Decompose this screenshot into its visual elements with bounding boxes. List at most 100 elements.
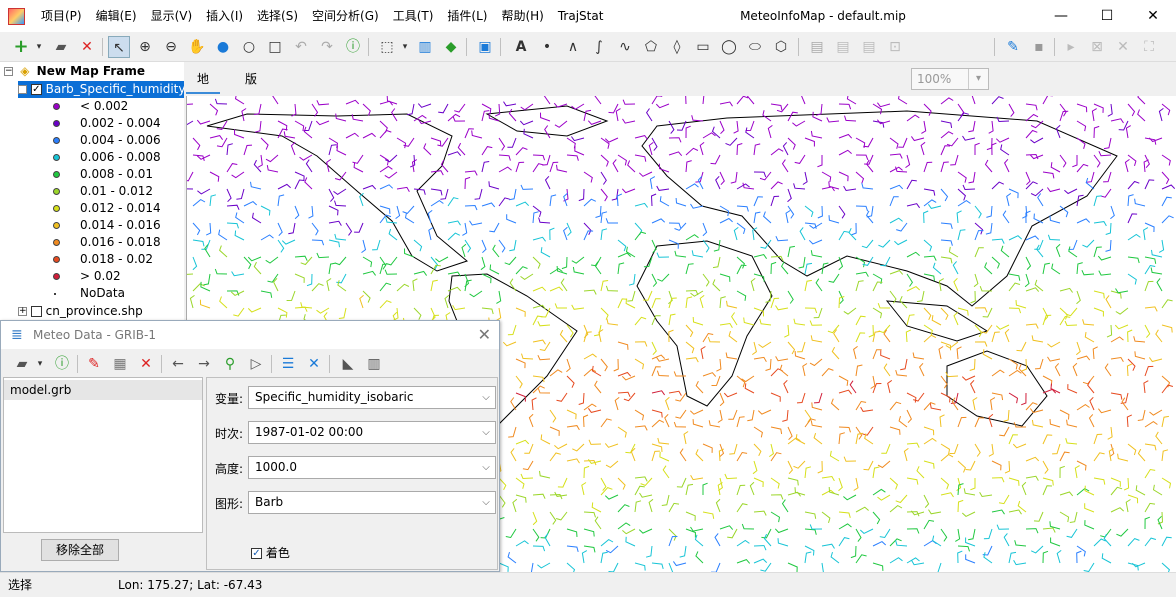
list-icon[interactable]: ☰: [277, 353, 299, 375]
tab-map[interactable]: 地图: [186, 66, 221, 112]
undo-icon[interactable]: ↶: [290, 36, 312, 58]
color-checkbox[interactable]: ✓: [251, 548, 262, 559]
remove-all-button[interactable]: 移除全部: [41, 539, 119, 561]
layer-row-cn-province[interactable]: + cn_province.shp: [18, 303, 143, 320]
menu-select[interactable]: 选择(S): [250, 0, 305, 32]
menu-trajstat[interactable]: TrajStat: [551, 0, 611, 32]
attribute-table-icon[interactable]: ▥: [414, 36, 436, 58]
open-folder-icon[interactable]: ▰: [50, 36, 72, 58]
app-icon[interactable]: [8, 8, 25, 25]
curve-icon[interactable]: ∿: [614, 36, 636, 58]
tool-icon[interactable]: ⛶: [1138, 36, 1160, 58]
doc-icon[interactable]: ▤: [858, 36, 880, 58]
file-item[interactable]: model.grb: [4, 380, 202, 400]
variable-select[interactable]: Specific_humidity_isobaric ⌵: [248, 386, 496, 409]
file-list[interactable]: model.grb: [3, 377, 203, 533]
wind-barb: [625, 536, 636, 547]
minimize-button[interactable]: —: [1038, 0, 1084, 32]
color-option[interactable]: ✓ 着色: [251, 544, 290, 561]
area-chart-icon[interactable]: ◣: [337, 353, 359, 375]
arrow-left-icon[interactable]: ←: [167, 353, 189, 375]
wind-barb: [209, 135, 224, 140]
play-frame-icon[interactable]: ▷: [245, 353, 267, 375]
delete-icon[interactable]: ✕: [1112, 36, 1134, 58]
menu-help[interactable]: 帮助(H): [494, 0, 550, 32]
wind-barb: [1135, 485, 1146, 496]
save-icon[interactable]: ▪: [1028, 36, 1050, 58]
menu-project[interactable]: 项目(P): [34, 0, 89, 32]
table-icon[interactable]: ▦: [109, 353, 131, 375]
chevron-down-icon[interactable]: ▾: [28, 36, 50, 58]
edit-vertices-icon[interactable]: ⬡: [770, 36, 792, 58]
chevron-down-icon[interactable]: ⌵: [477, 457, 495, 478]
ellipse-icon[interactable]: ⬭: [744, 36, 766, 58]
play-icon[interactable]: ▸: [1060, 36, 1082, 58]
wind-barb: [1076, 550, 1082, 564]
chevron-down-icon[interactable]: ▾: [394, 36, 416, 58]
menu-edit[interactable]: 编辑(E): [89, 0, 144, 32]
wind-barb: [736, 290, 747, 301]
chevron-down-icon[interactable]: ⌵: [477, 387, 495, 408]
menu-plugins[interactable]: 插件(L): [440, 0, 494, 32]
picture-icon[interactable]: ▣: [474, 36, 496, 58]
maximize-button[interactable]: ☐: [1084, 0, 1130, 32]
freehand-icon[interactable]: ∫: [588, 36, 610, 58]
animate-run-icon[interactable]: ⚲: [219, 353, 241, 375]
doc-icon[interactable]: ▤: [832, 36, 854, 58]
doc-icon[interactable]: ▤: [806, 36, 828, 58]
menu-spatial-analysis[interactable]: 空间分析(G): [305, 0, 386, 32]
layer-row-barb[interactable]: − ✓ Barb_Specific_humidity: [18, 81, 184, 98]
chevron-down-icon[interactable]: ▾: [29, 353, 51, 375]
zoom-out-icon[interactable]: ⊖: [160, 36, 182, 58]
polyline-icon[interactable]: ∧: [562, 36, 584, 58]
map-frame-row[interactable]: − ◈ New Map Frame: [4, 63, 145, 80]
pan-hand-icon[interactable]: ✋: [186, 36, 208, 58]
full-extent-globe-icon[interactable]: ●: [212, 36, 234, 58]
graph-type-select[interactable]: Barb ⌵: [248, 491, 496, 514]
split-icon[interactable]: ⊠: [1086, 36, 1108, 58]
zoom-in-icon[interactable]: ⊕: [134, 36, 156, 58]
chevron-down-icon[interactable]: ⌵: [477, 422, 495, 443]
magnifier-icon[interactable]: ○: [238, 36, 260, 58]
info-icon[interactable]: ⓘ: [51, 353, 73, 375]
wind-barb: [883, 363, 891, 377]
level-select[interactable]: 1000.0 ⌵: [248, 456, 496, 479]
polygon-icon[interactable]: ⬠: [640, 36, 662, 58]
collapse-icon[interactable]: −: [4, 67, 13, 76]
collapse-icon[interactable]: −: [18, 85, 27, 94]
time-select[interactable]: 1987-01-02 00:00 ⌵: [248, 421, 496, 444]
tab-layout[interactable]: 版面: [234, 66, 268, 112]
point-icon[interactable]: •: [536, 36, 558, 58]
bar-chart-icon[interactable]: ▥: [363, 353, 385, 375]
wind-barb: [650, 193, 657, 207]
pencil-edit-icon[interactable]: ✎: [1002, 36, 1024, 58]
tools-icon[interactable]: ✕: [303, 353, 325, 375]
wind-barb: [1008, 551, 1017, 564]
text-icon[interactable]: A: [510, 36, 532, 58]
layer-visible-checkbox[interactable]: ✓: [30, 84, 42, 95]
label-icon[interactable]: ◆: [440, 36, 462, 58]
redo-icon[interactable]: ↷: [316, 36, 338, 58]
menu-insert[interactable]: 插入(I): [199, 0, 250, 32]
dialog-close-icon[interactable]: ✕: [478, 321, 491, 349]
circle-icon[interactable]: ◯: [718, 36, 740, 58]
wind-barb: [695, 551, 704, 564]
identify-icon[interactable]: ⓘ: [342, 36, 364, 58]
zoom-box-icon[interactable]: □: [264, 36, 286, 58]
rectangle-icon[interactable]: ▭: [692, 36, 714, 58]
chevron-down-icon[interactable]: ▾: [968, 69, 988, 89]
close-button[interactable]: ✕: [1130, 0, 1176, 32]
arrow-right-icon[interactable]: →: [193, 353, 215, 375]
fit-page-icon[interactable]: ⊡: [884, 36, 906, 58]
chevron-down-icon[interactable]: ⌵: [477, 492, 495, 513]
zoom-combo[interactable]: 100% ▾: [911, 68, 989, 90]
select-arrow-icon[interactable]: ↖: [108, 36, 130, 58]
curve-polygon-icon[interactable]: ◊: [666, 36, 688, 58]
layer-visible-checkbox[interactable]: [30, 306, 42, 317]
menu-tools[interactable]: 工具(T): [386, 0, 441, 32]
expand-icon[interactable]: +: [18, 307, 27, 316]
menu-view[interactable]: 显示(V): [144, 0, 200, 32]
remove-icon[interactable]: ✕: [135, 353, 157, 375]
remove-layer-icon[interactable]: ✕: [76, 36, 98, 58]
edit-line-icon[interactable]: ✎: [83, 353, 105, 375]
